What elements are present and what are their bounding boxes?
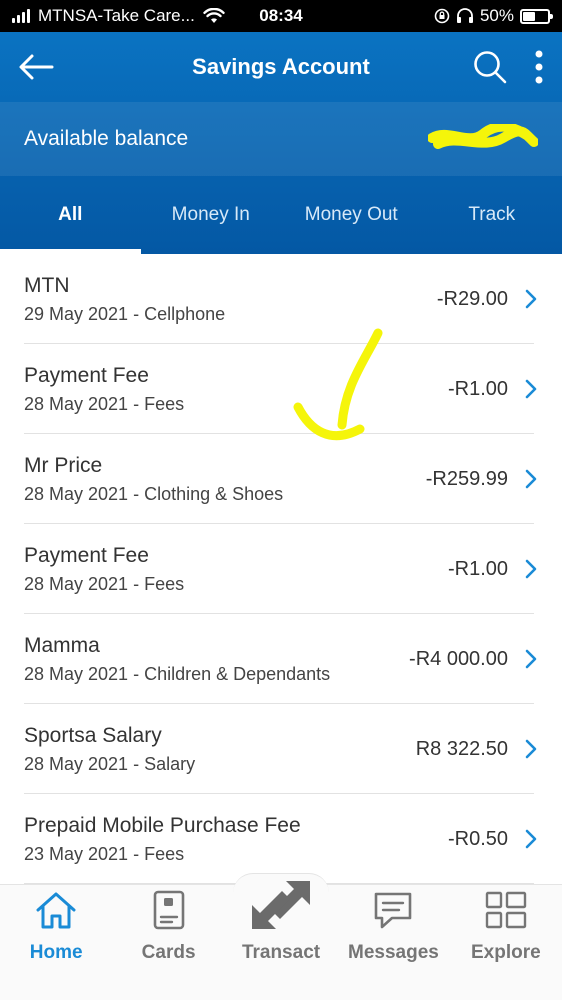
tab-all[interactable]: All — [0, 176, 141, 254]
nav-explore-label: Explore — [470, 942, 541, 963]
top-bar: Savings Account — [0, 32, 562, 102]
battery-icon — [520, 8, 553, 24]
chevron-right-icon — [525, 379, 537, 399]
transaction-meta: 29 May 2021 - Cellphone — [24, 303, 226, 324]
transaction-name: Mamma — [24, 633, 100, 657]
wifi-icon — [203, 8, 225, 23]
top-bar-actions — [472, 49, 544, 85]
transaction-name: Prepaid Mobile Purchase Fee — [24, 813, 301, 837]
transaction-amount: -R4 000.00 — [409, 647, 508, 670]
transaction-meta: 28 May 2021 - Children & Dependants — [24, 663, 331, 684]
chevron-right-icon — [525, 829, 537, 849]
transaction-row[interactable]: Prepaid Mobile Purchase Fee 23 May 2021 … — [0, 794, 562, 884]
transaction-amount: -R259.99 — [425, 467, 508, 490]
transaction-name: Sportsa Salary — [24, 723, 162, 747]
carrier-name: MTNSA-Take Care... — [38, 6, 195, 25]
nav-home-label: Home — [29, 942, 83, 963]
rotation-lock-icon — [434, 8, 450, 24]
status-right: 50% — [434, 6, 553, 26]
nav-messages[interactable]: Messages — [337, 885, 449, 1000]
transaction-amount: -R1.00 — [447, 377, 508, 400]
transaction-name: MTN — [24, 273, 70, 297]
transaction-amount: -R1.00 — [447, 557, 508, 580]
transaction-amount: -R0.50 — [447, 827, 508, 850]
nav-transact-label: Transact — [241, 942, 321, 963]
headphones-icon — [456, 8, 473, 23]
tab-money-in[interactable]: Money In — [141, 176, 282, 254]
account-header: Savings Account Available balance All Mo… — [0, 32, 562, 254]
transaction-amount: -R29.00 — [436, 287, 508, 310]
transaction-name: Payment Fee — [24, 363, 149, 387]
transaction-row[interactable]: Payment Fee 28 May 2021 - Fees -R1.00 — [0, 524, 562, 614]
transaction-meta: 28 May 2021 - Clothing & Shoes — [24, 483, 284, 504]
tab-money-out[interactable]: Money Out — [281, 176, 422, 254]
transaction-meta: 23 May 2021 - Fees — [24, 843, 185, 864]
nav-explore[interactable]: Explore — [450, 885, 562, 1000]
transaction-row[interactable]: Mr Price 28 May 2021 - Clothing & Shoes … — [0, 434, 562, 524]
transaction-row[interactable]: MTN 29 May 2021 - Cellphone -R29.00 — [0, 254, 562, 344]
transact-arrows-icon — [252, 881, 311, 929]
nav-transact[interactable]: Transact — [225, 873, 337, 1000]
chevron-right-icon — [525, 289, 537, 309]
transaction-meta: 28 May 2021 - Fees — [24, 573, 185, 594]
transaction-name: Mr Price — [24, 453, 103, 477]
message-icon — [375, 892, 412, 929]
signal-icon — [12, 9, 30, 23]
status-left: MTNSA-Take Care... — [12, 6, 225, 26]
chevron-right-icon — [525, 739, 537, 759]
chevron-right-icon — [525, 469, 537, 489]
transaction-meta: 28 May 2021 - Salary — [24, 753, 196, 774]
grid-icon — [485, 891, 527, 929]
back-arrow-icon[interactable] — [18, 53, 54, 81]
chevron-right-icon — [525, 649, 537, 669]
transaction-row[interactable]: Mamma 28 May 2021 - Children & Dependant… — [0, 614, 562, 704]
transaction-list: MTN 29 May 2021 - Cellphone -R29.00 Paym… — [0, 254, 562, 884]
bottom-navigation: Home Cards Transact Messages Explore — [0, 873, 562, 1000]
nav-messages-label: Messages — [348, 942, 439, 963]
chevron-right-icon — [525, 559, 537, 579]
search-icon[interactable] — [472, 49, 508, 85]
transaction-row[interactable]: Payment Fee 28 May 2021 - Fees -R1.00 — [0, 344, 562, 434]
redacted-balance-scribble — [427, 121, 539, 154]
status-bar: MTNSA-Take Care... 08:34 50% — [0, 0, 562, 32]
available-balance-row: Available balance — [0, 102, 562, 176]
transaction-row[interactable]: Sportsa Salary 28 May 2021 - Salary R8 3… — [0, 704, 562, 794]
transaction-name: Payment Fee — [24, 543, 149, 567]
transaction-meta: 28 May 2021 - Fees — [24, 393, 185, 414]
home-icon — [36, 892, 76, 929]
transaction-tabs: All Money In Money Out Track — [0, 176, 562, 254]
card-icon — [153, 890, 184, 930]
battery-percent: 50% — [479, 6, 514, 25]
tab-track[interactable]: Track — [422, 176, 562, 254]
balance-label: Available balance — [24, 127, 189, 150]
more-options-icon[interactable] — [534, 50, 544, 84]
nav-cards-label: Cards — [141, 942, 196, 963]
nav-home[interactable]: Home — [0, 885, 112, 1000]
nav-cards[interactable]: Cards — [112, 885, 224, 1000]
transaction-amount: R8 322.50 — [415, 737, 508, 760]
